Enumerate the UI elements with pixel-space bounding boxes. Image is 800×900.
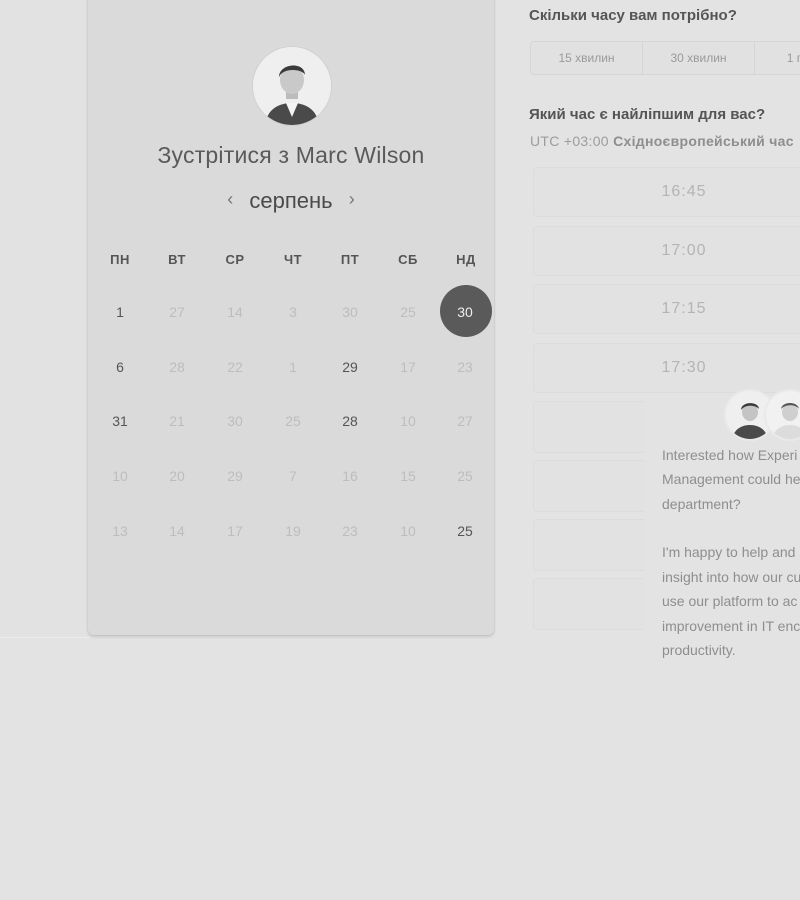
- weekday-label: СБ: [398, 252, 418, 267]
- calendar-day[interactable]: 29: [330, 357, 370, 377]
- calendar-day[interactable]: 14: [157, 521, 197, 541]
- calendar-day[interactable]: 28: [330, 411, 370, 431]
- timezone-offset: UTC +03:00: [530, 133, 609, 149]
- calendar-day-selected[interactable]: 30: [445, 302, 485, 322]
- time-slot[interactable]: [533, 401, 644, 453]
- calendar-day[interactable]: 13: [100, 521, 140, 541]
- chevron-left-icon[interactable]: ‹: [217, 189, 243, 210]
- calendar-day[interactable]: 31: [100, 411, 140, 431]
- time-slot[interactable]: 17:00: [533, 226, 800, 276]
- calendar-day[interactable]: 30: [215, 411, 255, 431]
- calendar-day[interactable]: 16: [330, 466, 370, 486]
- calendar-day[interactable]: 6: [100, 357, 140, 377]
- chat-text-line: use our platform to ac: [662, 593, 798, 609]
- weekday-label: НД: [456, 252, 476, 267]
- weekday-label: ПН: [110, 252, 130, 267]
- chat-text-line: productivity.: [662, 642, 736, 658]
- weekday-label: ПТ: [340, 252, 360, 267]
- timezone-label: UTC +03:00 Східноєвропейський час: [530, 133, 794, 149]
- calendar-day[interactable]: 25: [445, 466, 485, 486]
- calendar-day[interactable]: 22: [215, 357, 255, 377]
- time-slot[interactable]: 17:15: [533, 284, 800, 334]
- weekday-label: СР: [225, 252, 245, 267]
- calendar-day[interactable]: 19: [273, 521, 313, 541]
- calendar-day[interactable]: 23: [445, 357, 485, 377]
- chat-text-line: insight into how our cu: [662, 569, 800, 585]
- chat-text-line: Interested how Experi: [662, 447, 798, 463]
- weekday-label: ВТ: [168, 252, 186, 267]
- calendar-day[interactable]: 17: [215, 521, 255, 541]
- month-navigation: ‹ серпень ›: [88, 188, 494, 214]
- calendar-day[interactable]: 7: [273, 466, 313, 486]
- calendar-day[interactable]: 27: [157, 302, 197, 322]
- calendar-day[interactable]: 28: [157, 357, 197, 377]
- calendar-day[interactable]: 25: [273, 411, 313, 431]
- chat-text-line: I'm happy to help and: [662, 544, 796, 560]
- time-slot[interactable]: [533, 460, 644, 512]
- calendar-day[interactable]: 10: [388, 411, 428, 431]
- calendar-day[interactable]: 10: [100, 466, 140, 486]
- time-slot[interactable]: [533, 578, 644, 630]
- month-label: серпень: [249, 188, 333, 213]
- timezone-name: Східноєвропейський час: [613, 133, 794, 149]
- chevron-right-icon[interactable]: ›: [339, 189, 365, 210]
- duration-option-15[interactable]: 15 хвилин: [531, 42, 643, 74]
- calendar-day[interactable]: 27: [445, 411, 485, 431]
- calendar-day[interactable]: 20: [157, 466, 197, 486]
- calendar-day[interactable]: 23: [330, 521, 370, 541]
- calendar-day[interactable]: 1: [273, 357, 313, 377]
- calendar-day[interactable]: 3: [273, 302, 313, 322]
- time-slot[interactable]: 17:30: [533, 343, 800, 393]
- calendar-day[interactable]: 29: [215, 466, 255, 486]
- duration-option-60[interactable]: 1 година: [755, 42, 800, 74]
- host-avatar: [253, 47, 331, 125]
- meeting-title: Зустрітися з Marc Wilson: [157, 142, 425, 168]
- duration-option-30[interactable]: 30 хвилин: [643, 42, 755, 74]
- calendar-day[interactable]: 25: [445, 521, 485, 541]
- chat-text-line: department?: [662, 496, 741, 512]
- calendar-day[interactable]: 25: [388, 302, 428, 322]
- calendar-day[interactable]: 15: [388, 466, 428, 486]
- calendar-day[interactable]: 30: [330, 302, 370, 322]
- calendar-day[interactable]: 14: [215, 302, 255, 322]
- time-slot[interactable]: [533, 519, 644, 571]
- calendar-day[interactable]: 1: [100, 302, 140, 322]
- time-question: Який час є найліпшим для вас?: [529, 106, 766, 123]
- time-slot[interactable]: 16:45: [533, 167, 800, 217]
- chat-text-line: improvement in IT enc: [662, 618, 800, 634]
- weekday-label: ЧТ: [283, 252, 303, 267]
- left-background-strip: [0, 0, 90, 638]
- calendar-day[interactable]: 17: [388, 357, 428, 377]
- calendar-day[interactable]: 21: [157, 411, 197, 431]
- chat-text-line: Management could he: [662, 471, 800, 487]
- duration-question: Скільки часу вам потрібно?: [529, 7, 737, 24]
- duration-selector: 15 хвилин 30 хвилин 1 година: [530, 41, 800, 75]
- calendar-day[interactable]: 10: [388, 521, 428, 541]
